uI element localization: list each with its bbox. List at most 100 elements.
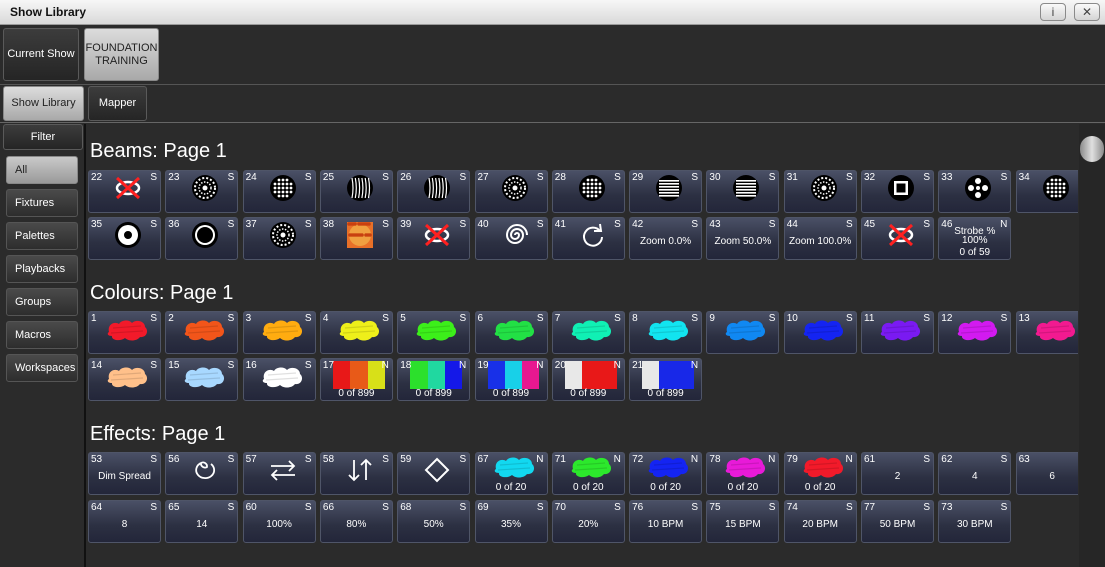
library-item[interactable]: 74 S 20 BPM <box>783 500 857 543</box>
sidebar-item-macros[interactable]: Macros <box>6 321 78 349</box>
library-item[interactable]: 58 S <box>319 452 393 495</box>
item-flag: S <box>1000 172 1008 183</box>
library-item[interactable]: 1S <box>88 311 161 354</box>
library-item[interactable]: 77 S 50 BPM <box>861 500 934 543</box>
sidebar-item-palettes[interactable]: Palettes <box>6 222 78 250</box>
library-item[interactable]: 33 S <box>938 170 1012 213</box>
library-item[interactable]: 70 S 20% <box>551 500 625 543</box>
library-item[interactable]: 14 S <box>88 358 161 401</box>
scrollbar[interactable] <box>1079 124 1105 567</box>
library-item[interactable]: 7S <box>551 311 625 354</box>
library-item[interactable]: 3S <box>242 311 316 354</box>
item-flag: S <box>846 502 853 513</box>
library-item[interactable]: 75 S 15 BPM <box>706 500 780 543</box>
library-item[interactable]: 41 S <box>551 217 625 260</box>
item-flag: S <box>768 172 776 183</box>
library-item[interactable]: 30 S <box>706 170 780 213</box>
library-item[interactable]: 45 S <box>861 217 934 260</box>
tab-current-show[interactable]: Current Show <box>3 28 79 81</box>
sidebar-item-playbacks[interactable]: Playbacks <box>6 255 78 283</box>
library-item[interactable]: 4S <box>319 311 393 354</box>
library-item[interactable]: 28 S <box>551 170 625 213</box>
library-item[interactable]: 73 S 30 BPM <box>938 500 1012 543</box>
library-item[interactable]: 12 S <box>938 311 1012 354</box>
library-item[interactable]: 6S <box>474 311 548 354</box>
library-item[interactable]: 16 S <box>242 358 316 401</box>
library-item[interactable]: 62 S 4 <box>938 452 1012 495</box>
library-item[interactable]: 18 N 0 of 899 <box>397 358 471 401</box>
gobo-dots-icon <box>578 174 606 202</box>
sidebar-item-workspaces[interactable]: Workspaces <box>6 354 78 382</box>
library-item[interactable]: 17 N 0 of 899 <box>319 358 393 401</box>
library-item[interactable]: 68 S 50% <box>397 500 471 543</box>
library-item[interactable]: 11 S <box>861 311 934 354</box>
info-button[interactable]: i <box>1040 3 1066 21</box>
library-item[interactable]: 42 S Zoom 0.0% <box>629 217 703 260</box>
library-item[interactable]: 57 S <box>242 452 316 495</box>
library-item[interactable]: 71 N 0 of 20 <box>551 452 625 495</box>
library-item[interactable]: 40 S <box>474 217 548 260</box>
library-item[interactable]: 65 S 14 <box>165 500 239 543</box>
library-item[interactable]: 79 N 0 of 20 <box>783 452 857 495</box>
library-item[interactable]: 66 S 80% <box>319 500 393 543</box>
sidebar-item-all[interactable]: All <box>6 156 78 184</box>
library-item[interactable]: 31 S <box>783 170 857 213</box>
library-item[interactable]: 21 N 0 of 899 <box>629 358 703 401</box>
library-item[interactable]: 10 S <box>783 311 857 354</box>
library-item[interactable]: 5S <box>397 311 471 354</box>
item-number: 16 <box>245 360 257 371</box>
item-label: 6 <box>1049 471 1055 482</box>
library-item[interactable]: 39 S <box>397 217 471 260</box>
library-item[interactable]: 37 S <box>242 217 316 260</box>
library-item[interactable]: 43 S Zoom 50.0% <box>706 217 780 260</box>
library-item[interactable]: 27 S <box>474 170 548 213</box>
library-item[interactable]: 15 S <box>165 358 239 401</box>
library-item[interactable]: 76 S 10 BPM <box>629 500 703 543</box>
library-item[interactable]: 78 N 0 of 20 <box>706 452 780 495</box>
library-item[interactable]: 46 N Strobe % 100% 0 of 59 <box>938 217 1012 260</box>
library-item[interactable]: 2S <box>165 311 239 354</box>
library-item[interactable]: 56 S <box>165 452 239 495</box>
library-item[interactable]: 26 S <box>397 170 471 213</box>
library-item[interactable]: 20 N 0 of 899 <box>551 358 625 401</box>
library-item[interactable]: 60 S 100% <box>242 500 316 543</box>
close-button[interactable]: ✕ <box>1074 3 1100 21</box>
tab-foundation-training[interactable]: FOUNDATION TRAINING <box>84 28 159 81</box>
library-item[interactable]: 67 N 0 of 20 <box>474 452 548 495</box>
library-item[interactable]: 32 S <box>861 170 934 213</box>
colour-swatch <box>410 361 463 389</box>
library-item[interactable]: 35 S <box>88 217 161 260</box>
item-flag: S <box>923 219 930 230</box>
item-number: 56 <box>168 454 180 465</box>
tab-show-library[interactable]: Show Library <box>3 86 84 121</box>
library-item[interactable]: 19 N 0 of 899 <box>474 358 548 401</box>
library-item[interactable]: 25 S <box>319 170 393 213</box>
library-item[interactable]: 64 S 8 <box>88 500 161 543</box>
library-item[interactable]: 24 S <box>242 170 316 213</box>
library-item[interactable]: 72 N 0 of 20 <box>629 452 703 495</box>
library-item[interactable]: 29 S <box>629 170 703 213</box>
library-item[interactable]: 44 S Zoom 100.0% <box>783 217 857 260</box>
library-item[interactable]: 38 S <box>319 217 393 260</box>
library-item[interactable]: 13S <box>1015 311 1078 354</box>
sidebar-item-fixtures[interactable]: Fixtures <box>6 189 78 217</box>
tab-mapper[interactable]: Mapper <box>88 86 147 121</box>
library-item[interactable]: 8S <box>629 311 703 354</box>
library-item[interactable]: 22 S <box>88 170 161 213</box>
library-item[interactable]: 63S6 <box>1015 452 1078 495</box>
library-item[interactable]: 36 S <box>165 217 239 260</box>
item-flag: S <box>768 313 776 324</box>
item-number: 40 <box>477 219 489 230</box>
sidebar-item-groups[interactable]: Groups <box>6 288 78 316</box>
library-item[interactable]: 61 S 2 <box>861 452 934 495</box>
library-item[interactable]: 9S <box>706 311 780 354</box>
library-item[interactable]: 34S <box>1015 170 1078 213</box>
filter-button[interactable]: Filter <box>3 124 83 150</box>
library-item[interactable]: 23 S <box>165 170 239 213</box>
scrollbar-thumb[interactable] <box>1080 136 1104 162</box>
colour-blob-icon <box>723 318 767 342</box>
library-item[interactable]: 69 S 35% <box>474 500 548 543</box>
library-item[interactable]: 59 S <box>397 452 471 495</box>
item-number: 20 <box>554 360 566 371</box>
library-item[interactable]: 53 S Dim Spread <box>88 452 161 495</box>
